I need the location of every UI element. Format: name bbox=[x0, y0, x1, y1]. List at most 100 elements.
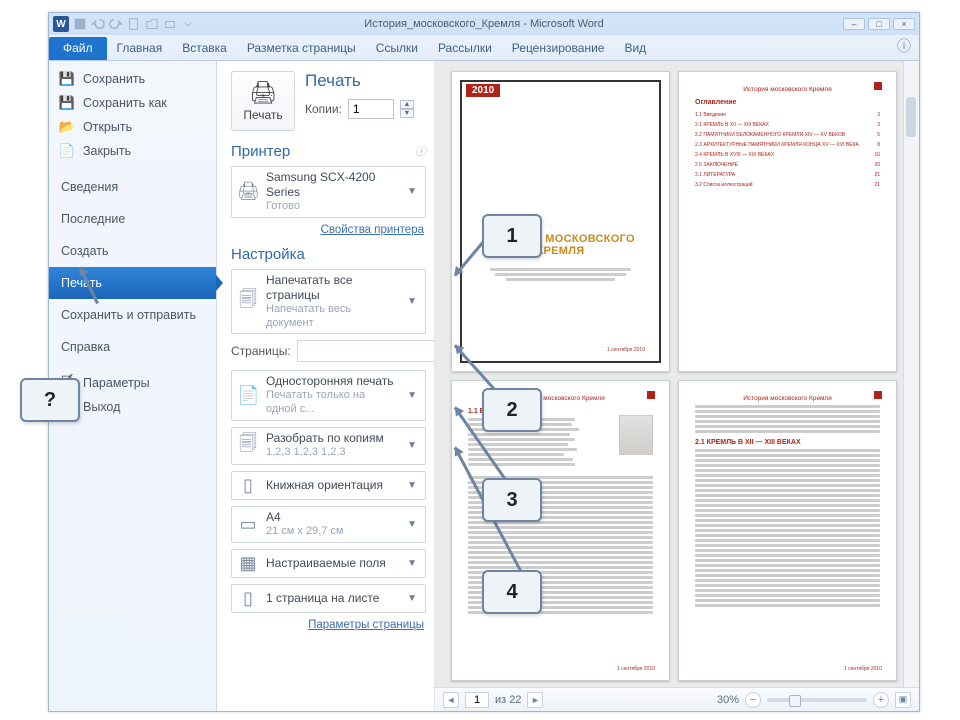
copies-label: Копии: bbox=[305, 102, 342, 116]
preview-page-2[interactable]: История московского Кремля Оглавление 1.… bbox=[678, 71, 897, 372]
open-icon: 📂 bbox=[59, 119, 75, 135]
page-header: История московского Кремля bbox=[695, 395, 880, 402]
tab-view[interactable]: Вид bbox=[614, 37, 656, 60]
printer-name: Samsung SCX-4200 Series bbox=[266, 170, 397, 200]
chevron-down-icon: ▼ bbox=[404, 186, 420, 197]
page-footer: 1 сентября 2010 bbox=[844, 666, 882, 672]
preview-scrollbar[interactable] bbox=[903, 61, 919, 687]
page-number-badge bbox=[647, 391, 655, 399]
sidebar-item-recent[interactable]: Последние bbox=[49, 203, 216, 235]
tab-mailings[interactable]: Рассылки bbox=[428, 37, 502, 60]
section-heading: 2.1 КРЕМЛЬ В XII — XIII ВЕКАХ bbox=[695, 439, 880, 446]
tab-insert[interactable]: Вставка bbox=[172, 37, 237, 60]
tab-page-layout[interactable]: Разметка страницы bbox=[237, 37, 366, 60]
chevron-down-icon: ▼ bbox=[404, 440, 420, 451]
zoom-out-button[interactable]: − bbox=[745, 692, 761, 708]
ribbon-tabs: Файл Главная Вставка Разметка страницы С… bbox=[49, 35, 919, 61]
sidebar-item-label: Сохранить и отправить bbox=[61, 308, 196, 322]
toc-heading: Оглавление bbox=[695, 99, 880, 106]
tab-review[interactable]: Рецензирование bbox=[502, 37, 615, 60]
printer-status: Готово bbox=[266, 200, 397, 214]
tab-references[interactable]: Ссылки bbox=[366, 37, 428, 60]
zoom-in-button[interactable]: + bbox=[873, 692, 889, 708]
copies-input[interactable] bbox=[348, 99, 394, 119]
printer-device-icon: 🖨 bbox=[237, 181, 259, 202]
spinner-down-icon[interactable]: ▼ bbox=[400, 109, 414, 118]
info-icon[interactable]: ⓘ bbox=[415, 143, 426, 159]
pages-label: Страницы: bbox=[231, 344, 291, 358]
maximize-button[interactable]: □ bbox=[868, 18, 890, 30]
sidebar-item-save-as[interactable]: 💾 Сохранить как bbox=[49, 91, 216, 115]
sidebar-item-info[interactable]: Сведения bbox=[49, 171, 216, 203]
cover-year: 2010 bbox=[466, 84, 500, 97]
qat-save-icon[interactable] bbox=[73, 17, 87, 31]
tab-file[interactable]: Файл bbox=[49, 37, 107, 60]
sidebar-item-close[interactable]: 📄 Закрыть bbox=[49, 139, 216, 163]
printer-icon: 🖨 bbox=[249, 80, 277, 106]
sidebar-item-label: Сохранить как bbox=[83, 96, 167, 110]
orientation-dropdown[interactable]: ▯ Книжная ориентация ▼ bbox=[231, 471, 426, 500]
sidebar-item-new[interactable]: Создать bbox=[49, 235, 216, 267]
qat-quickprint-icon[interactable] bbox=[163, 17, 177, 31]
pages-input[interactable] bbox=[297, 340, 435, 362]
print-range-dropdown[interactable]: 🗐 Напечатать все страницы Напечатать вес… bbox=[231, 269, 426, 335]
close-button[interactable]: × bbox=[893, 18, 915, 30]
print-heading: Печать bbox=[305, 71, 414, 91]
cover-subtitle bbox=[482, 266, 639, 283]
sidebar-item-label: Открыть bbox=[83, 120, 132, 134]
chevron-down-icon: ▼ bbox=[404, 480, 420, 491]
preview-page-4[interactable]: История московского Кремля 2.1 КРЕМЛЬ В … bbox=[678, 380, 897, 681]
page-footer: 1 сентября 2010 bbox=[617, 666, 655, 672]
spinner-up-icon[interactable]: ▲ bbox=[400, 100, 414, 109]
page-number-input[interactable] bbox=[465, 692, 489, 708]
sidebar-item-label: Печать bbox=[61, 276, 102, 290]
save-icon: 💾 bbox=[59, 71, 75, 87]
print-button[interactable]: 🖨 Печать bbox=[231, 71, 295, 131]
collate-icon: 🗐 bbox=[237, 431, 259, 461]
chevron-down-icon: ▼ bbox=[404, 296, 420, 307]
pages-per-sheet-dropdown[interactable]: ▯ 1 страница на листе ▼ bbox=[231, 584, 426, 613]
ribbon-help-icon[interactable]: ⓘ bbox=[889, 32, 919, 60]
qat-open-icon[interactable] bbox=[145, 17, 159, 31]
printer-properties-link[interactable]: Свойства принтера bbox=[231, 224, 424, 236]
chevron-down-icon: ▼ bbox=[404, 519, 420, 530]
settings-heading: Настройка bbox=[231, 246, 426, 263]
zoom-label: 30% bbox=[717, 694, 739, 706]
portrait-icon: ▯ bbox=[237, 475, 259, 496]
printer-heading: Принтерⓘ bbox=[231, 143, 426, 160]
qat-new-icon[interactable] bbox=[127, 17, 141, 31]
page-size-icon: ▭ bbox=[237, 514, 259, 535]
sidebar-item-share[interactable]: Сохранить и отправить bbox=[49, 299, 216, 331]
collate-dropdown[interactable]: 🗐 Разобрать по копиям 1,2,3 1,2,3 1,2,3 … bbox=[231, 427, 426, 465]
tab-home[interactable]: Главная bbox=[107, 37, 173, 60]
zoom-slider[interactable] bbox=[767, 698, 867, 702]
page-setup-link[interactable]: Параметры страницы bbox=[231, 619, 424, 631]
window-controls: – □ × bbox=[843, 18, 915, 30]
sidebar-item-save[interactable]: 💾 Сохранить bbox=[49, 67, 216, 91]
word-app-icon[interactable]: W bbox=[53, 16, 69, 32]
minimize-button[interactable]: – bbox=[843, 18, 865, 30]
paper-size-dropdown[interactable]: ▭ A4 21 см x 29,7 см ▼ bbox=[231, 506, 426, 543]
page-number-badge bbox=[874, 391, 882, 399]
sidebar-item-label: Последние bbox=[61, 212, 125, 226]
sidebar-item-label: Выход bbox=[83, 400, 120, 414]
callout-4: 4 bbox=[482, 570, 542, 614]
quick-access-toolbar: W bbox=[49, 16, 199, 32]
prev-page-button[interactable]: ◄ bbox=[443, 692, 459, 708]
sidebar-item-open[interactable]: 📂 Открыть bbox=[49, 115, 216, 139]
duplex-dropdown[interactable]: 📄 Односторонняя печать Печатать только н… bbox=[231, 370, 426, 421]
sidebar-item-label: Сведения bbox=[61, 180, 118, 194]
qat-undo-icon[interactable] bbox=[91, 17, 105, 31]
printer-dropdown[interactable]: 🖨 Samsung SCX-4200 Series Готово ▼ bbox=[231, 166, 426, 218]
qat-redo-icon[interactable] bbox=[109, 17, 123, 31]
sidebar-item-print[interactable]: Печать bbox=[49, 267, 216, 299]
preview-status-bar: ◄ из 22 ► 30% − + ▣ bbox=[435, 687, 919, 711]
margins-dropdown[interactable]: ▦ Настраиваемые поля ▼ bbox=[231, 549, 426, 578]
margins-icon: ▦ bbox=[237, 553, 259, 574]
next-page-button[interactable]: ► bbox=[527, 692, 543, 708]
sidebar-item-label: Справка bbox=[61, 340, 110, 354]
qat-dropdown-icon[interactable] bbox=[181, 17, 195, 31]
fit-page-button[interactable]: ▣ bbox=[895, 692, 911, 708]
sidebar-item-help[interactable]: Справка bbox=[49, 331, 216, 363]
copies-spinner[interactable]: ▲ ▼ bbox=[400, 100, 414, 118]
